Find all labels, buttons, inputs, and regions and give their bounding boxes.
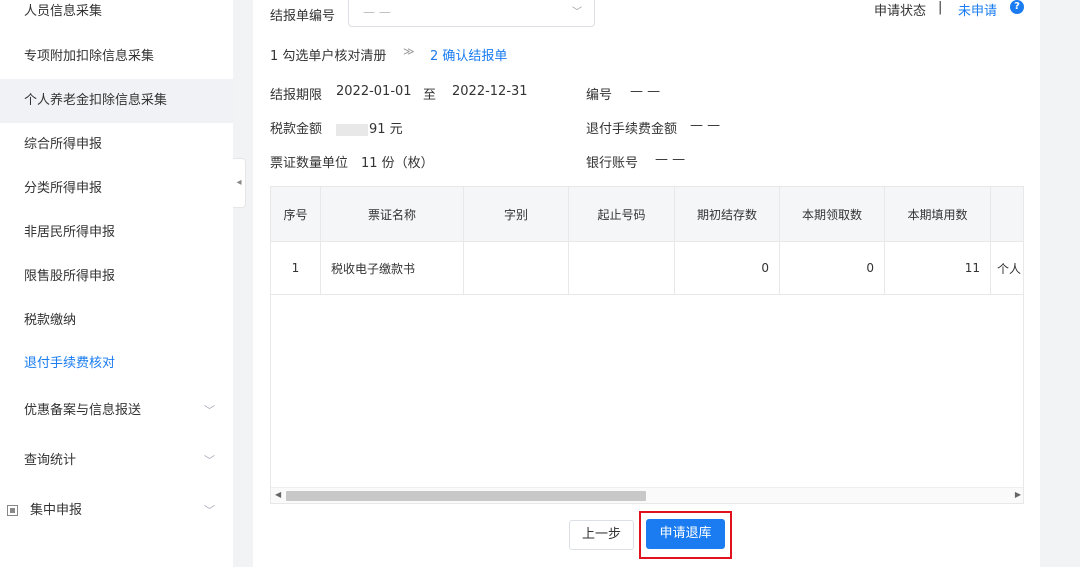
table-cell: 11 bbox=[885, 242, 991, 294]
number-value: — — bbox=[630, 84, 661, 99]
table-cell bbox=[464, 242, 569, 294]
horizontal-scrollbar[interactable]: ◀ ▶ bbox=[271, 487, 1023, 503]
status-divider: | bbox=[938, 0, 943, 15]
table-cell bbox=[569, 242, 675, 294]
table-row[interactable]: 1 税收电子缴款书 0 0 11 个人 bbox=[271, 242, 1023, 295]
sidebar-item-restricted-shares[interactable]: 限售股所得申报 bbox=[0, 255, 233, 299]
period-start: 2022-01-01 bbox=[336, 84, 412, 99]
help-icon[interactable]: ? bbox=[1010, 0, 1024, 14]
column-header: 票证名称 bbox=[321, 187, 464, 241]
sidebar-item-query-stats[interactable]: 查询统计 ﹀ bbox=[0, 439, 233, 483]
sidebar-item-centralized-filing[interactable]: 集中申报 ﹀ bbox=[0, 489, 233, 533]
step-separator-icon: ≫ bbox=[403, 45, 415, 58]
sidebar-item-label: 人员信息采集 bbox=[24, 4, 103, 19]
tax-amount: 91 元 bbox=[336, 118, 403, 137]
bank-account-value: — — bbox=[655, 152, 686, 167]
refund-fee-value: — — bbox=[690, 118, 721, 133]
period-to: 至 bbox=[423, 88, 437, 103]
sidebar-item-label: 优惠备案与信息报送 bbox=[24, 403, 142, 418]
sidebar-item-label: 查询统计 bbox=[24, 453, 77, 468]
apply-status-value: 未申请 bbox=[958, 4, 998, 19]
settlement-no-select[interactable]: — — ﹀ bbox=[348, 0, 595, 27]
chevron-down-icon: ﹀ bbox=[204, 504, 215, 517]
sidebar-item-label: 个人养老金扣除信息采集 bbox=[24, 93, 168, 108]
refund-fee-label: 退付手续费金额 bbox=[586, 122, 678, 137]
number-label: 编号 bbox=[586, 88, 613, 103]
sidebar-item-label: 税款缴纳 bbox=[24, 313, 77, 328]
column-header: 本期填用数 bbox=[885, 187, 991, 241]
scroll-left-icon[interactable]: ◀ bbox=[275, 490, 281, 499]
ticket-qty-label: 票证数量单位 bbox=[270, 156, 349, 171]
apply-status-label: 申请状态 bbox=[874, 4, 927, 19]
previous-step-button[interactable]: 上一步 bbox=[569, 520, 634, 550]
column-header: 期初结存数 bbox=[675, 187, 780, 241]
apply-refund-button[interactable]: 申请退库 bbox=[646, 519, 725, 549]
sidebar-item-classified-income[interactable]: 分类所得申报 bbox=[0, 167, 233, 211]
chevron-left-icon: ◂ bbox=[236, 177, 242, 188]
sidebar-item-label: 综合所得申报 bbox=[24, 137, 103, 152]
scrollbar-thumb[interactable] bbox=[286, 491, 646, 501]
sidebar-item-label: 集中申报 bbox=[30, 503, 83, 518]
chevron-down-icon: ﹀ bbox=[204, 454, 215, 467]
sidebar-item-label: 退付手续费核对 bbox=[24, 356, 116, 371]
period-end: 2022-12-31 bbox=[452, 84, 528, 99]
sidebar-item-refund-fee-check[interactable]: 退付手续费核对 bbox=[0, 342, 233, 386]
column-header bbox=[991, 187, 1023, 241]
column-header: 字别 bbox=[464, 187, 569, 241]
main-panel: 结报单编号 — — ﹀ 申请状态 | 未申请 ? 1 勾选单户核对清册 ≫ 2 … bbox=[253, 0, 1040, 567]
column-header: 序号 bbox=[271, 187, 321, 241]
sidebar-item-preferential-filing[interactable]: 优惠备案与信息报送 ﹀ bbox=[0, 389, 233, 433]
sidebar-item-tax-payment[interactable]: 税款缴纳 bbox=[0, 299, 233, 343]
sidebar-item-label: 限售股所得申报 bbox=[24, 269, 116, 284]
table-cell: 0 bbox=[780, 242, 885, 294]
tax-amount-value: 91 元 bbox=[369, 122, 403, 137]
table-header-row: 序号 票证名称 字别 起止号码 期初结存数 本期领取数 本期填用数 bbox=[271, 187, 1023, 242]
table-cell: 个人 bbox=[997, 261, 1022, 276]
bank-account-label: 银行账号 bbox=[586, 156, 639, 171]
chevron-down-icon: ﹀ bbox=[572, 7, 582, 18]
period-label: 结报期限 bbox=[270, 88, 323, 103]
sidebar-item-label: 分类所得申报 bbox=[24, 181, 103, 196]
sidebar-nav: 人员信息采集 专项附加扣除信息采集 个人养老金扣除信息采集 综合所得申报 分类所… bbox=[0, 0, 233, 567]
ticket-table: 序号 票证名称 字别 起止号码 期初结存数 本期领取数 本期填用数 1 税收电子… bbox=[270, 186, 1024, 504]
sidebar-item-nonresident-income[interactable]: 非居民所得申报 bbox=[0, 211, 233, 255]
sidebar-item-label: 非居民所得申报 bbox=[24, 225, 116, 240]
step-one[interactable]: 1 勾选单户核对清册 bbox=[270, 45, 386, 64]
table-cell: 税收电子缴款书 bbox=[321, 242, 464, 294]
column-header: 起止号码 bbox=[569, 187, 675, 241]
chevron-down-icon: ﹀ bbox=[204, 404, 215, 417]
table-cell: 1 bbox=[271, 242, 321, 294]
table-cell: 0 bbox=[675, 242, 780, 294]
sidebar-collapse-toggle[interactable]: ◂ bbox=[233, 158, 246, 208]
sidebar-item-label: 专项附加扣除信息采集 bbox=[24, 49, 155, 64]
redaction-mask bbox=[336, 123, 368, 136]
sidebar-item-personnel-info[interactable]: 人员信息采集 bbox=[0, 0, 233, 34]
settlement-no-placeholder: — — bbox=[363, 5, 391, 19]
settlement-no-label: 结报单编号 bbox=[270, 9, 336, 24]
scroll-right-icon[interactable]: ▶ bbox=[1015, 490, 1021, 499]
module-icon bbox=[7, 505, 18, 516]
tax-amount-label: 税款金额 bbox=[270, 122, 323, 137]
sidebar-item-special-deduction[interactable]: 专项附加扣除信息采集 bbox=[0, 35, 233, 79]
ticket-qty-value: 11 份（枚） bbox=[361, 156, 434, 171]
step-two[interactable]: 2 确认结报单 bbox=[430, 45, 507, 64]
column-header: 本期领取数 bbox=[780, 187, 885, 241]
sidebar-item-comprehensive-income[interactable]: 综合所得申报 bbox=[0, 123, 233, 167]
sidebar-item-pension-deduction[interactable]: 个人养老金扣除信息采集 bbox=[0, 79, 233, 123]
